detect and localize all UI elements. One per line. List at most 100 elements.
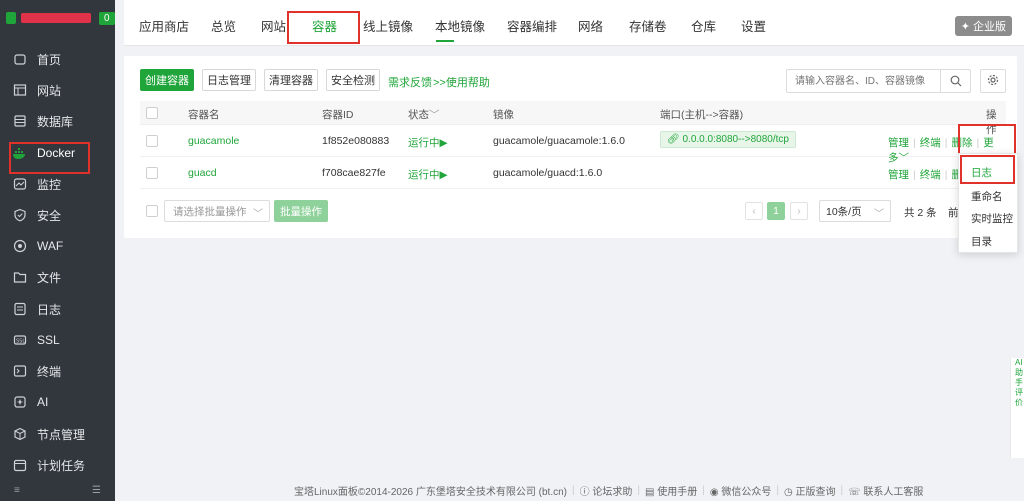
batch-select-placeholder: 请选择批量操作 (173, 205, 247, 218)
forum-help-link[interactable]: ⓘ 论坛求助 (580, 483, 633, 498)
container-id: f708cae827fe (322, 167, 386, 179)
port-mapping-label: 0.0.0.0:8080-->8080/tcp (682, 134, 789, 145)
table-header: 容器名 容器ID 状态﹀ 镜像 端口(主机-->容器) 操作 (140, 101, 1006, 136)
tab-containers[interactable]: 容器 (312, 16, 337, 35)
sidebar-item-terminal[interactable]: 终端 (0, 356, 115, 386)
table-row: guacamole 1f852e080883 运行中▶ guacamole/gu… (140, 125, 1006, 164)
container-image: guacamole/guacamole:1.6.0 (493, 135, 625, 147)
sidebar-item-logs[interactable]: 日志 (0, 294, 115, 324)
col-status[interactable]: 状态﹀ (408, 107, 440, 122)
sidebar-item-security[interactable]: 安全 (0, 200, 115, 230)
tab-registry[interactable]: 仓库 (691, 16, 716, 35)
notification-badge[interactable]: 0 (99, 11, 115, 25)
gear-icon (987, 74, 999, 89)
shield-icon (12, 207, 28, 223)
container-name-link[interactable]: guacamole (188, 135, 239, 147)
next-page-button[interactable]: › (790, 202, 808, 220)
status-label: 运行中 (408, 137, 440, 149)
menu-item-logs[interactable]: 日志 (971, 165, 992, 180)
menu-item-realtime-monitor[interactable]: 实时监控 (971, 211, 1013, 226)
sidebar-item-files[interactable]: 文件 (0, 262, 115, 292)
sidebar-item-waf[interactable]: WAF (0, 231, 115, 261)
create-container-button[interactable]: 创建容器 (140, 69, 194, 91)
feedback-link[interactable]: 需求反馈 (388, 74, 432, 90)
container-panel: 创建容器 日志管理 清理容器 安全检测 需求反馈 >>使用帮助 容器名 容器ID… (124, 56, 1017, 238)
chevron-down-icon: ﹀ (253, 209, 263, 220)
menu-item-directory[interactable]: 目录 (971, 234, 992, 249)
schedule-icon (12, 457, 28, 473)
delete-link[interactable]: 删除 (951, 137, 972, 149)
sidebar-header: 0 (0, 0, 115, 36)
ssl-icon: SSL (12, 332, 28, 348)
port-mapping-badge[interactable]: 🔗︎ 0.0.0.0:8080-->8080/tcp (660, 131, 796, 148)
sidebar-item-label: 监控 (37, 177, 62, 192)
select-all-checkbox[interactable] (146, 107, 158, 119)
status-label: 运行中 (408, 169, 440, 181)
batch-select-checkbox[interactable] (146, 205, 158, 217)
batch-operation-button[interactable]: 批量操作 (274, 200, 328, 222)
row-checkbox[interactable] (146, 135, 158, 147)
sidebar-item-ai[interactable]: AI (0, 387, 115, 417)
chevron-down-icon: ﹀ (874, 209, 884, 220)
play-icon: ▶ (439, 169, 448, 181)
sidebar-item-docker[interactable]: Docker (0, 138, 115, 168)
sidebar-item-database[interactable]: 数据库 (0, 106, 115, 136)
website-icon (12, 82, 28, 98)
per-page-select[interactable]: 10条/页 ﹀ (819, 200, 891, 222)
tab-network[interactable]: 网络 (578, 16, 603, 35)
license-check-link[interactable]: ◷ 正版查询 (784, 483, 836, 498)
tab-app-store[interactable]: 应用商店 (139, 16, 189, 35)
batch-operation-select[interactable]: 请选择批量操作 ﹀ (164, 200, 270, 222)
tab-volumes[interactable]: 存储卷 (629, 16, 667, 35)
help-link[interactable]: >>使用帮助 (433, 74, 490, 90)
collapse-icon[interactable]: ≡ (14, 485, 20, 496)
status-toggle[interactable]: 运行中▶ (408, 167, 448, 182)
page-number[interactable]: 1 (767, 202, 785, 220)
sidebar-item-label: 文件 (37, 270, 62, 285)
log-management-button[interactable]: 日志管理 (202, 69, 256, 91)
row-checkbox[interactable] (146, 167, 158, 179)
terminal-link[interactable]: 终端 (920, 169, 941, 181)
search-icon[interactable] (940, 70, 970, 92)
manage-link[interactable]: 管理 (888, 137, 909, 149)
enterprise-badge[interactable]: ✦ 企业版 (954, 16, 1012, 36)
clean-containers-button[interactable]: 清理容器 (264, 69, 318, 91)
manage-link[interactable]: 管理 (888, 169, 909, 181)
support-label: 联系人工客服 (863, 487, 924, 498)
terminal-link[interactable]: 终端 (920, 137, 941, 149)
total-count: 共 2 条 (904, 207, 937, 219)
sidebar-item-nodes[interactable]: 节点管理 (0, 419, 115, 449)
col-id: 容器ID (322, 109, 354, 121)
sidebar-item-home[interactable]: 首页 (0, 44, 115, 74)
settings-gear-button[interactable] (980, 69, 1006, 93)
top-navigation: 应用商店 总览 网站 容器 线上镜像 本地镜像 容器编排 网络 存储卷 仓库 设… (124, 0, 1024, 46)
ai-assistant-float[interactable]: AI助手 评价 (1010, 358, 1024, 458)
log-icon (12, 301, 28, 317)
prev-page-button[interactable]: ‹ (745, 202, 763, 220)
sidebar-item-website[interactable]: 网站 (0, 75, 115, 105)
clock-icon: ◷ (783, 487, 793, 498)
logo-icon (6, 12, 16, 24)
sidebar-item-ssl[interactable]: SSL SSL (0, 325, 115, 355)
manual-link[interactable]: ▤ 使用手册 (645, 483, 697, 498)
menu-item-rename[interactable]: 重命名 (971, 189, 1003, 204)
sidebar-item-label: 日志 (37, 302, 62, 317)
forum-help-label: 论坛求助 (592, 487, 633, 498)
tab-settings[interactable]: 设置 (741, 16, 766, 35)
headset-icon: ☏ (848, 487, 861, 498)
menu-icon[interactable]: ☰ (92, 485, 101, 496)
tab-online-images[interactable]: 线上镜像 (363, 16, 413, 35)
support-link[interactable]: ☏ 联系人工客服 (848, 483, 923, 498)
home-icon (12, 51, 28, 67)
search-input[interactable] (787, 70, 940, 92)
container-name-link[interactable]: guacd (188, 167, 217, 179)
tab-local-images[interactable]: 本地镜像 (435, 16, 485, 35)
tab-website[interactable]: 网站 (261, 16, 286, 35)
sidebar-item-monitor[interactable]: 监控 (0, 169, 115, 199)
sidebar-item-schedule[interactable]: 计划任务 (0, 450, 115, 480)
tab-overview[interactable]: 总览 (211, 16, 236, 35)
security-check-button[interactable]: 安全检测 (326, 69, 380, 91)
wechat-link[interactable]: ◉ 微信公众号 (710, 483, 772, 498)
status-toggle[interactable]: 运行中▶ (408, 135, 448, 150)
tab-compose[interactable]: 容器编排 (507, 16, 557, 35)
